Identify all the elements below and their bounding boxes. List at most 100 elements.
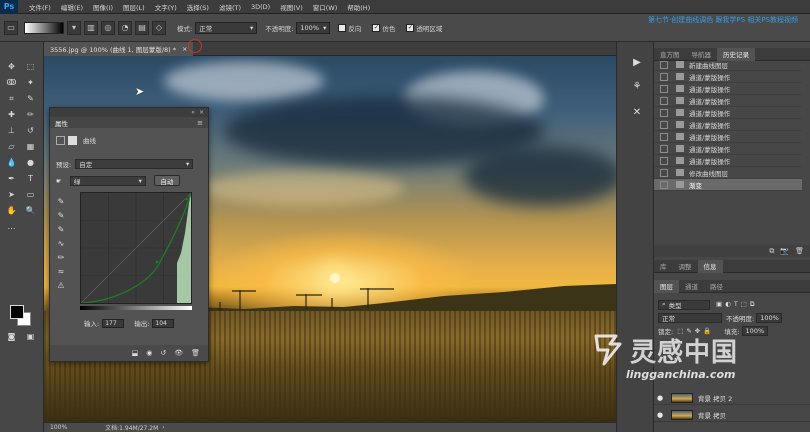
reset-icon[interactable]: ↺: [160, 349, 166, 357]
smooth-icon[interactable]: ≈: [54, 264, 68, 278]
zoom-tool-icon[interactable]: 🔍: [24, 204, 37, 217]
history-checkbox[interactable]: [660, 180, 668, 189]
clip-to-layer-icon[interactable]: ⬓: [132, 349, 139, 357]
curve-point-icon[interactable]: ∿: [54, 236, 68, 250]
history-item[interactable]: 修改曲线图层: [654, 167, 802, 179]
channel-select[interactable]: 绿 ▾: [69, 175, 146, 186]
pen-tool-icon[interactable]: ✒: [5, 172, 18, 185]
menu-type[interactable]: 文字(Y): [150, 2, 182, 12]
move-tool-icon[interactable]: ✥: [5, 60, 18, 73]
history-item[interactable]: 通道/蒙版操作: [654, 95, 802, 107]
history-item[interactable]: 通道/蒙版操作: [654, 131, 802, 143]
foreground-color-swatch[interactable]: [10, 305, 24, 319]
hand-tool-icon[interactable]: ✋: [5, 204, 18, 217]
history-checkbox[interactable]: [660, 168, 668, 177]
reflected-gradient-button[interactable]: ▤: [135, 20, 149, 35]
document-tab[interactable]: 3556.jpg @ 100% (曲线 1, 图层蒙版/8) * ×: [44, 42, 194, 56]
history-item[interactable]: 新建曲线图层: [654, 59, 802, 71]
panel-menu-icon[interactable]: ≡: [197, 119, 203, 127]
history-brush-tool-icon[interactable]: ↺: [24, 124, 37, 137]
trash-icon[interactable]: 🗑: [795, 247, 804, 255]
menu-3d[interactable]: 3D(D): [246, 3, 275, 11]
menu-layer[interactable]: 图层(L): [118, 2, 150, 12]
tab-paths[interactable]: 路径: [704, 280, 729, 293]
healing-tool-icon[interactable]: ✚: [5, 108, 18, 121]
tab-channels[interactable]: 通道: [679, 280, 704, 293]
blend-mode-select[interactable]: 正常: [658, 312, 722, 323]
tab-libraries[interactable]: 库: [654, 260, 673, 273]
diamond-gradient-button[interactable]: ◇: [152, 20, 166, 35]
brush-tool-icon[interactable]: ✏: [24, 108, 37, 121]
lasso-tool-icon[interactable]: ↂ: [5, 76, 18, 89]
gradient-tool-icon[interactable]: ▭: [4, 20, 18, 35]
tools-x-icon[interactable]: ✕: [629, 104, 645, 120]
curve-graph[interactable]: [80, 192, 192, 304]
marquee-tool-icon[interactable]: ⬚: [24, 60, 37, 73]
close-icon[interactable]: ×: [199, 109, 204, 116]
tab-adjustments[interactable]: 调整: [673, 260, 698, 273]
adjust-brush-icon[interactable]: ⚘: [629, 78, 645, 94]
preset-select[interactable]: 自定 ▾: [75, 159, 194, 169]
history-item[interactable]: 通道/蒙版操作: [654, 71, 802, 83]
shape-tool-icon[interactable]: ▭: [24, 188, 37, 201]
layer-opacity-input[interactable]: 100%: [756, 312, 783, 323]
quick-mask-icon[interactable]: ◙: [5, 330, 18, 343]
history-checkbox[interactable]: [660, 144, 668, 153]
clipping-warning-icon[interactable]: ⚠: [54, 278, 68, 292]
history-item[interactable]: 通道/蒙版操作: [654, 143, 802, 155]
opacity-input[interactable]: 100% ▾: [296, 21, 331, 34]
menu-image[interactable]: 图像(I): [88, 2, 118, 12]
close-icon[interactable]: ×: [182, 45, 187, 53]
stamp-tool-icon[interactable]: ⊥: [5, 124, 18, 137]
dither-checkbox[interactable]: ✓: [372, 23, 381, 32]
radial-gradient-button[interactable]: ◎: [101, 20, 115, 35]
zoom-level[interactable]: 100%: [50, 424, 67, 431]
menu-help[interactable]: 帮助(H): [342, 2, 375, 12]
layer-kind-select[interactable]: ⌕ 类型: [658, 299, 710, 310]
layer-row[interactable]: ● 背景 拷贝: [654, 408, 810, 422]
gradient-picker[interactable]: [24, 21, 64, 34]
history-checkbox[interactable]: [660, 108, 668, 117]
linear-gradient-button[interactable]: ▥: [84, 20, 98, 35]
history-checkbox[interactable]: [660, 72, 668, 81]
history-checkbox[interactable]: [660, 96, 668, 105]
transparency-checkbox[interactable]: ✓: [406, 23, 415, 32]
menu-window[interactable]: 窗口(W): [308, 2, 343, 12]
menu-filter[interactable]: 滤镜(T): [214, 2, 246, 12]
play-icon[interactable]: ▶: [629, 54, 645, 70]
screen-mode-icon[interactable]: ▣: [24, 330, 37, 343]
visibility-icon[interactable]: 👁: [174, 349, 183, 357]
tab-info[interactable]: 信息: [697, 259, 723, 273]
chevron-right-icon[interactable]: ›: [162, 424, 164, 431]
reverse-checkbox[interactable]: [338, 23, 347, 32]
history-checkbox[interactable]: [660, 60, 668, 69]
collapse-icon[interactable]: «: [191, 109, 195, 116]
view-previous-icon[interactable]: ◉: [146, 349, 152, 357]
path-select-tool-icon[interactable]: ➤: [5, 188, 18, 201]
input-field[interactable]: 177: [102, 318, 125, 328]
menu-view[interactable]: 视图(V): [275, 2, 308, 12]
menu-select[interactable]: 选择(S): [182, 2, 214, 12]
history-checkbox[interactable]: [660, 132, 668, 141]
tab-layers[interactable]: 图层: [654, 279, 679, 293]
gradient-tool-icon[interactable]: ▦: [24, 140, 37, 153]
text-tool-icon[interactable]: T: [24, 172, 37, 185]
layer-mask-icon[interactable]: [68, 135, 77, 145]
camera-icon[interactable]: 📷: [780, 247, 789, 255]
extra-tools-icon[interactable]: …: [5, 220, 18, 233]
mode-select[interactable]: 正常 ▾: [195, 21, 258, 34]
menu-file[interactable]: 文件(F): [24, 2, 56, 12]
gradient-dropdown-icon[interactable]: ▾: [67, 20, 81, 35]
history-checkbox[interactable]: [660, 84, 668, 93]
new-document-from-state-icon[interactable]: ⧉: [769, 247, 774, 256]
history-checkbox[interactable]: [660, 120, 668, 129]
eraser-tool-icon[interactable]: ▱: [5, 140, 18, 153]
gray-point-eyedropper-icon[interactable]: ✎: [54, 208, 68, 222]
blur-tool-icon[interactable]: 💧: [5, 156, 18, 169]
output-field[interactable]: 104: [152, 318, 175, 328]
history-item[interactable]: 通道/蒙版操作: [654, 83, 802, 95]
history-item-selected[interactable]: 渐变: [654, 179, 802, 191]
pencil-icon[interactable]: ✏: [54, 250, 68, 264]
black-point-eyedropper-icon[interactable]: ✎: [54, 194, 68, 208]
angle-gradient-button[interactable]: ◔: [118, 20, 132, 35]
